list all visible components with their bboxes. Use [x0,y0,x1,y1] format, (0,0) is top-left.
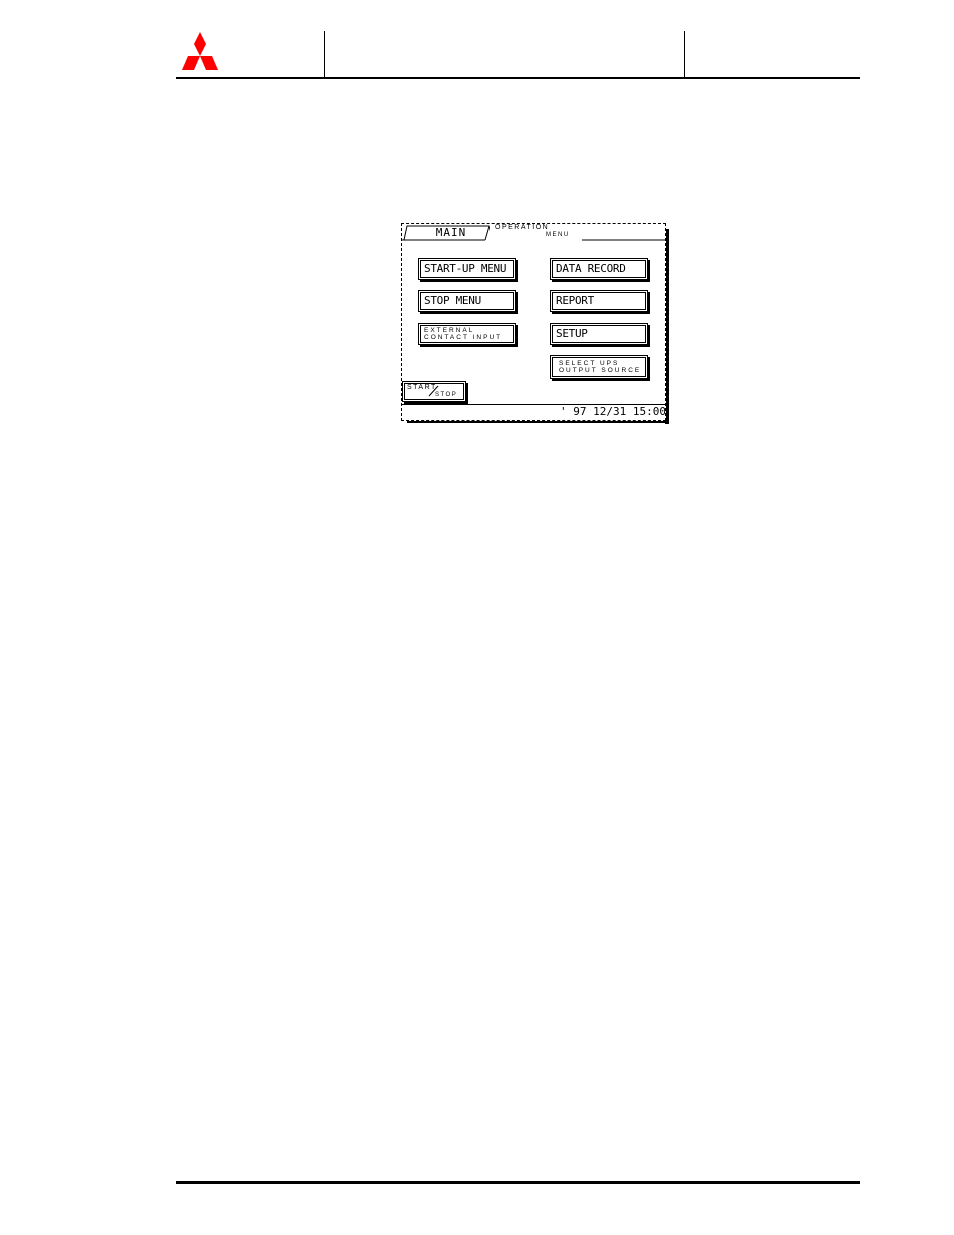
startup-menu-button[interactable]: START-UP MENU [418,258,516,280]
select-ups-output-source-button[interactable]: SELECT UPS OUTPUT SOURCE [550,355,648,379]
stop-label: STOP [435,392,458,398]
tab-menu-label: MENU [546,232,570,238]
header-divider [684,31,685,78]
select-ups-label-line2: OUTPUT SOURCE [559,367,642,374]
stop-menu-button[interactable]: STOP MENU [418,290,516,312]
data-record-button[interactable]: DATA RECORD [550,258,648,280]
external-contact-label-line1: EXTERNAL [424,327,475,334]
start-stop-button[interactable]: START STOP [402,381,466,402]
setup-label: SETUP [556,327,588,340]
data-record-label: DATA RECORD [556,262,626,275]
tab-main[interactable]: MAIN [405,225,491,240]
header-rule [176,77,860,79]
external-contact-label-line2: CONTACT INPUT [424,334,503,341]
startup-menu-label: START-UP MENU [424,262,507,275]
report-label: REPORT [556,294,594,307]
header-divider [324,31,325,78]
setup-button[interactable]: SETUP [550,323,648,345]
mitsubishi-logo-icon [182,32,218,70]
tab-operation-label: OPERATION [495,224,550,231]
stop-menu-label: STOP MENU [424,294,481,307]
tab-operation-menu[interactable]: OPERATION MENU [490,224,582,241]
external-contact-input-button[interactable]: EXTERNAL CONTACT INPUT [418,323,516,345]
tab-main-label: MAIN [435,226,467,239]
select-ups-label-line1: SELECT UPS [559,360,620,367]
datetime-display: ' 97 12/31 15:00 [560,405,666,418]
footer-rule [176,1181,860,1184]
report-button[interactable]: REPORT [550,290,648,312]
